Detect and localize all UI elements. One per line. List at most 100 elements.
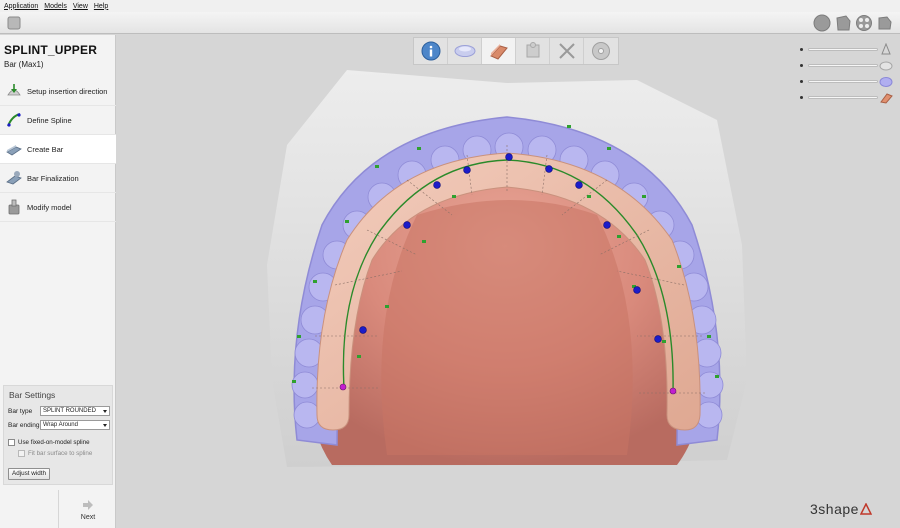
- 3d-viewport[interactable]: 3shape: [117, 35, 900, 528]
- visibility-sliders: [800, 43, 896, 107]
- 3shape-triangle-icon: [859, 503, 872, 515]
- puzzle-icon: [526, 42, 539, 58]
- slider-bar-model[interactable]: [800, 91, 896, 107]
- bar-ending-select[interactable]: Wrap Around: [40, 420, 110, 430]
- fixed-spline-label: Use fixed-on-model spline: [18, 439, 90, 446]
- step-label: Define Spline: [27, 115, 72, 125]
- view-sphere-icon[interactable]: [813, 14, 831, 32]
- chevron-down-icon: [103, 410, 107, 413]
- tooth-scan-icon: [881, 43, 891, 55]
- bar-type-row: Bar type SPLINT ROUNDED: [8, 406, 110, 416]
- step-bar-finalization[interactable]: Bar Finalization: [0, 164, 116, 193]
- step-setup-insertion[interactable]: Setup insertion direction: [0, 77, 116, 106]
- slider-dot: [800, 48, 803, 51]
- spline-end-point: [669, 387, 677, 395]
- menu-help[interactable]: Help: [94, 3, 108, 10]
- tools-icon: [558, 43, 575, 59]
- slider-track[interactable]: [808, 64, 878, 67]
- purple-model-icon: [879, 77, 893, 87]
- bar-finalization-icon: [6, 171, 22, 185]
- left-panel: SPLINT_UPPER Bar (Max1) Setup insertion …: [0, 35, 116, 528]
- menu-application[interactable]: Application: [4, 3, 38, 10]
- step-label: Create Bar: [27, 144, 64, 154]
- step-create-bar[interactable]: Create Bar: [0, 135, 116, 164]
- slider-tooth-scan[interactable]: [800, 43, 896, 59]
- bar-model-icon: [880, 93, 893, 104]
- wizard-info[interactable]: [414, 38, 448, 64]
- arrow-right-icon: [83, 500, 93, 510]
- bar-ending-row: Bar ending Wrap Around: [8, 420, 110, 430]
- menu-models[interactable]: Models: [44, 3, 67, 10]
- gray-model-icon: [879, 61, 893, 71]
- menu-bar: Application Models View Help: [0, 0, 900, 12]
- view-orbit-icon[interactable]: [855, 14, 873, 32]
- menu-view[interactable]: View: [73, 3, 88, 10]
- spline-point: [545, 165, 553, 173]
- slider-track[interactable]: [808, 80, 878, 83]
- disc-icon: [592, 42, 610, 60]
- spline-point: [433, 181, 441, 189]
- adjust-width-button[interactable]: Adjust width: [8, 468, 50, 480]
- bar-ending-label: Bar ending: [8, 421, 40, 429]
- insertion-direction-icon: [7, 84, 21, 96]
- slider-purple-model[interactable]: [800, 75, 896, 91]
- chevron-down-icon: [103, 424, 107, 427]
- bar-settings-title: Bar Settings: [9, 390, 56, 400]
- wizard-disc[interactable]: [584, 38, 618, 64]
- next-label: Next: [80, 514, 96, 521]
- step-modify-model[interactable]: Modify model: [0, 193, 116, 222]
- spline-point: [403, 221, 411, 229]
- step-define-spline[interactable]: Define Spline: [0, 106, 116, 135]
- spline-point: [575, 181, 583, 189]
- palate-ridge: [381, 200, 633, 455]
- spline-point: [633, 286, 641, 294]
- spline-point: [654, 335, 662, 343]
- fit-surface-checkbox[interactable]: [18, 450, 25, 457]
- modify-model-icon: [8, 199, 20, 215]
- info-icon: [421, 41, 440, 61]
- bar-icon: [6, 145, 22, 156]
- fixed-spline-row: Use fixed-on-model spline: [8, 439, 90, 446]
- bar-type-select[interactable]: SPLINT ROUNDED: [40, 406, 110, 416]
- wizard-scan[interactable]: [448, 38, 482, 64]
- fit-surface-label: Fit bar surface to spline: [28, 450, 93, 457]
- slider-dot: [800, 80, 803, 83]
- wizard-puzzle[interactable]: [516, 38, 550, 64]
- view-buttons: [813, 14, 894, 32]
- step-label: Bar Finalization: [27, 173, 79, 183]
- bar-type-value: SPLINT ROUNDED: [43, 408, 96, 414]
- project-subtitle: Bar (Max1): [4, 60, 44, 69]
- view-cube-icon[interactable]: [834, 14, 852, 32]
- project-title: SPLINT_UPPER: [4, 43, 98, 57]
- spline-icon: [7, 113, 21, 127]
- step-label: Modify model: [27, 202, 72, 212]
- spline-point: [505, 153, 513, 161]
- logo-text: 3shape: [810, 501, 859, 517]
- scan-icon: [454, 45, 475, 57]
- fit-surface-row: Fit bar surface to spline: [18, 450, 92, 457]
- next-button[interactable]: Next: [58, 490, 116, 528]
- slider-dot: [800, 64, 803, 67]
- spline-end-point: [339, 383, 347, 391]
- slider-track[interactable]: [808, 48, 878, 51]
- slider-gray-model[interactable]: [800, 59, 896, 75]
- slider-dot: [800, 96, 803, 99]
- 3shape-logo: 3shape: [810, 501, 872, 517]
- wizard-toolbar: [413, 37, 619, 65]
- bar-type-label: Bar type: [8, 407, 33, 415]
- dental-model-scene[interactable]: [117, 35, 900, 528]
- bar-icon: [489, 44, 508, 60]
- bar-ending-value: Wrap Around: [43, 422, 78, 428]
- spline-point: [463, 166, 471, 174]
- step-label: Setup insertion direction: [27, 86, 108, 96]
- slider-track[interactable]: [808, 96, 878, 99]
- wizard-tools[interactable]: [550, 38, 584, 64]
- spline-point: [359, 326, 367, 334]
- bar-settings-panel: Bar Settings Bar type SPLINT ROUNDED Bar…: [3, 385, 113, 485]
- model-icon[interactable]: [6, 15, 22, 31]
- view-box-icon[interactable]: [876, 14, 894, 32]
- wizard-bar[interactable]: [482, 38, 516, 64]
- fixed-spline-checkbox[interactable]: [8, 439, 15, 446]
- toolbar: [0, 12, 900, 34]
- spline-point: [603, 221, 611, 229]
